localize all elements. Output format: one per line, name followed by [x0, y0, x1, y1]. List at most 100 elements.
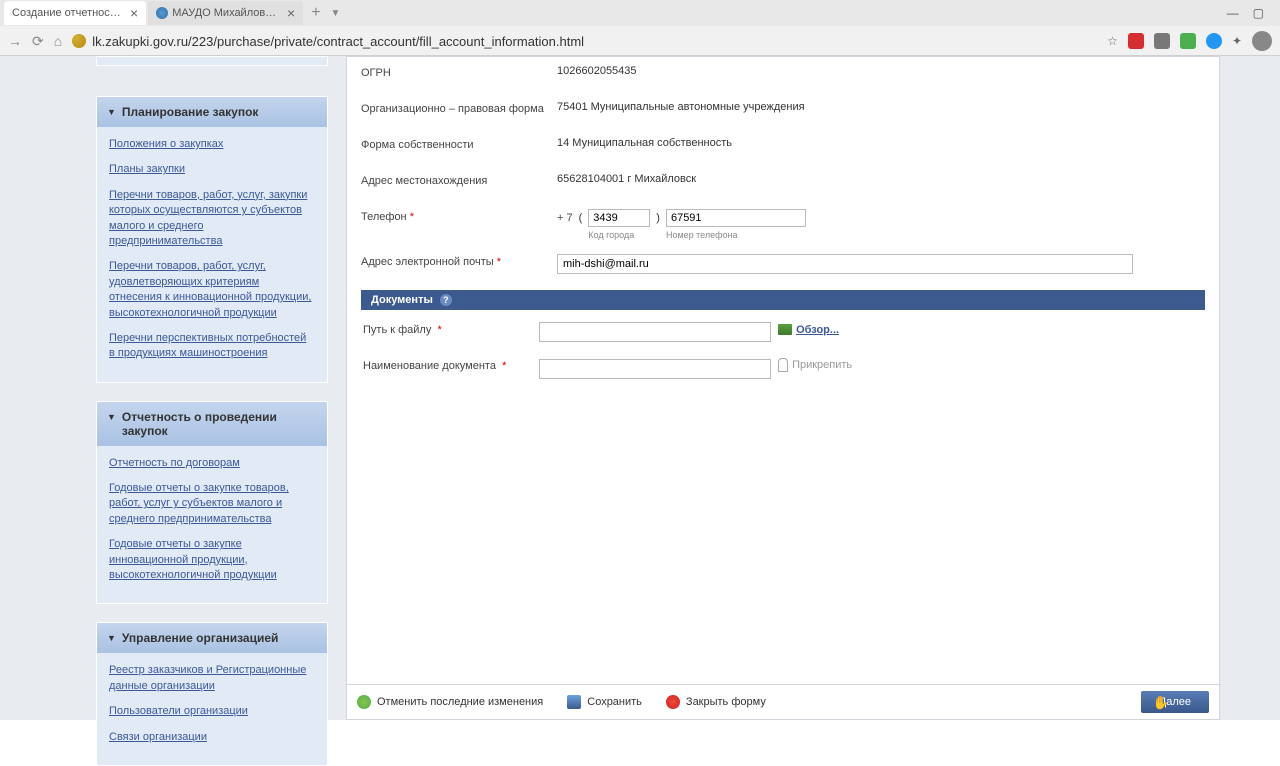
browse-label: Обзор...: [796, 324, 839, 336]
attach-button[interactable]: Прикрепить: [778, 358, 852, 372]
url-field[interactable]: lk.zakupki.gov.ru/223/purchase/private/c…: [72, 34, 1097, 49]
help-icon[interactable]: ?: [440, 294, 452, 306]
sidebar-link[interactable]: Пользователи организации: [109, 704, 315, 719]
reload-icon[interactable]: ⟳: [32, 33, 44, 50]
field-label: Форма собственности: [361, 137, 557, 151]
form-row-docname: Наименование документа * Прикрепить: [363, 358, 1205, 380]
browser-chrome: Создание отчетности по × МАУДО Михайловс…: [0, 0, 1280, 56]
browser-tab-2[interactable]: МАУДО Михайловская ×: [148, 1, 303, 25]
tab-close-icon[interactable]: ×: [287, 5, 295, 21]
browse-button[interactable]: Обзор...: [778, 324, 839, 336]
field-value: 65628104001 г Михайловск: [557, 173, 1205, 185]
tab-title: Создание отчетности по: [12, 7, 122, 19]
paren-close: ): [656, 209, 660, 224]
sidebar-header[interactable]: ▼ Планирование закупок: [97, 97, 327, 127]
sidebar-link[interactable]: Положения о закупках: [109, 137, 315, 152]
phone-hint: Код города: [588, 230, 650, 240]
phone-code-input[interactable]: [588, 209, 650, 227]
extensions-icon[interactable]: ✦: [1232, 34, 1242, 48]
action-bar: Отменить последние изменения Сохранить З…: [347, 684, 1219, 719]
extension-icon[interactable]: [1180, 33, 1196, 49]
extension-icon[interactable]: [1206, 33, 1222, 49]
sidebar-header[interactable]: ▼ Отчетность о проведении закупок: [97, 402, 327, 446]
sidebar-link[interactable]: Отчетность по договорам: [109, 456, 315, 471]
field-value: 1026602055435: [557, 65, 1205, 77]
action-label: Сохранить: [587, 696, 642, 708]
extension-icon[interactable]: [1154, 33, 1170, 49]
form-row-address: Адрес местонахождения 65628104001 г Миха…: [361, 173, 1205, 195]
url-text: lk.zakupki.gov.ru/223/purchase/private/c…: [92, 34, 584, 49]
maximize-icon[interactable]: ▢: [1253, 6, 1264, 20]
file-path-input[interactable]: [539, 322, 771, 342]
save-icon: [567, 695, 581, 709]
tab-title: МАУДО Михайловская: [172, 7, 279, 19]
undo-button[interactable]: Отменить последние изменения: [357, 695, 543, 709]
phone-number-input[interactable]: [666, 209, 806, 227]
email-input[interactable]: [557, 254, 1133, 274]
page-body: ▼ Планирование закупок Положения о закуп…: [0, 56, 1280, 720]
home-icon[interactable]: ⌂: [54, 33, 62, 49]
close-icon: [666, 695, 680, 709]
chevron-down-icon: ▼: [107, 412, 116, 422]
chevron-down-icon: ▼: [107, 107, 116, 117]
sidebar-section-reporting: ▼ Отчетность о проведении закупок Отчетн…: [96, 401, 328, 605]
tab-bar: Создание отчетности по × МАУДО Михайловс…: [0, 0, 1280, 26]
sidebar-header-label: Отчетность о проведении закупок: [122, 410, 317, 438]
sidebar-link[interactable]: Перечни перспективных потребностей в про…: [109, 331, 315, 362]
field-label: Адрес электронной почты *: [361, 254, 557, 268]
sidebar-top-fragment: [96, 56, 328, 66]
paren-open: (: [579, 209, 583, 224]
field-label: Наименование документа *: [363, 358, 539, 372]
save-button[interactable]: Сохранить: [567, 695, 642, 709]
sidebar-link[interactable]: Планы закупки: [109, 162, 315, 177]
attach-label: Прикрепить: [792, 359, 852, 371]
chevron-down-icon: ▼: [107, 633, 116, 643]
doc-name-input[interactable]: [539, 359, 771, 379]
sidebar: ▼ Планирование закупок Положения о закуп…: [96, 56, 328, 720]
field-label: ОГРН: [361, 65, 557, 79]
minimize-icon[interactable]: —: [1227, 6, 1239, 20]
form-area: ОГРН 1026602055435 Организационно – прав…: [347, 57, 1219, 402]
sidebar-link[interactable]: Связи организации: [109, 730, 315, 745]
phone-prefix: + 7: [557, 209, 573, 224]
sidebar-link[interactable]: Перечни товаров, работ, услуг, закупки к…: [109, 188, 315, 250]
field-label: Адрес местонахождения: [361, 173, 557, 187]
paperclip-icon: [778, 358, 788, 372]
browser-tab-1[interactable]: Создание отчетности по ×: [4, 1, 146, 25]
star-icon[interactable]: ☆: [1107, 34, 1118, 48]
tab-dropdown-icon[interactable]: ▼: [327, 8, 345, 19]
tab-close-icon[interactable]: ×: [130, 5, 138, 21]
sidebar-header-label: Управление организацией: [122, 631, 279, 645]
action-label: Отменить последние изменения: [377, 696, 543, 708]
form-row-phone: Телефон * + 7 ( Код города ) Номер тел: [361, 209, 1205, 240]
field-label: Телефон *: [361, 209, 557, 223]
main-content: ОГРН 1026602055435 Организационно – прав…: [346, 56, 1220, 720]
form-row-filepath: Путь к файлу * Обзор...: [363, 322, 1205, 344]
sidebar-header-label: Планирование закупок: [122, 105, 258, 119]
form-row-opf: Организационно – правовая форма 75401 Му…: [361, 101, 1205, 123]
forward-icon[interactable]: →: [8, 33, 22, 49]
form-row-email: Адрес электронной почты *: [361, 254, 1205, 276]
field-value: 75401 Муниципальные автономные учреждени…: [557, 101, 1205, 113]
field-label: Организационно – правовая форма: [361, 101, 557, 115]
close-button[interactable]: Закрыть форму: [666, 695, 766, 709]
form-row-ogrn: ОГРН 1026602055435: [361, 65, 1205, 87]
action-label: Закрыть форму: [686, 696, 766, 708]
folder-icon: [778, 324, 792, 335]
sidebar-link[interactable]: Годовые отчеты о закупке товаров, работ,…: [109, 481, 315, 527]
sidebar-link[interactable]: Перечни товаров, работ, услуг, удовлетво…: [109, 259, 315, 321]
sidebar-link[interactable]: Годовые отчеты о закупке инновационной п…: [109, 537, 315, 583]
phone-hint: Номер телефона: [666, 230, 806, 240]
sidebar-link[interactable]: Реестр заказчиков и Регистрационные данн…: [109, 663, 315, 694]
sidebar-section-management: ▼ Управление организацией Реестр заказчи…: [96, 622, 328, 766]
sidebar-section-planning: ▼ Планирование закупок Положения о закуп…: [96, 96, 328, 383]
form-row-ownership: Форма собственности 14 Муниципальная соб…: [361, 137, 1205, 159]
extension-icon[interactable]: [1128, 33, 1144, 49]
next-button[interactable]: ✋ Далее: [1141, 691, 1209, 713]
sidebar-header[interactable]: ▼ Управление организацией: [97, 623, 327, 653]
profile-icon[interactable]: [1252, 31, 1272, 51]
address-bar: → ⟳ ⌂ lk.zakupki.gov.ru/223/purchase/pri…: [0, 26, 1280, 56]
new-tab-button[interactable]: +: [305, 4, 326, 22]
next-label: Далее: [1159, 696, 1191, 708]
undo-icon: [357, 695, 371, 709]
